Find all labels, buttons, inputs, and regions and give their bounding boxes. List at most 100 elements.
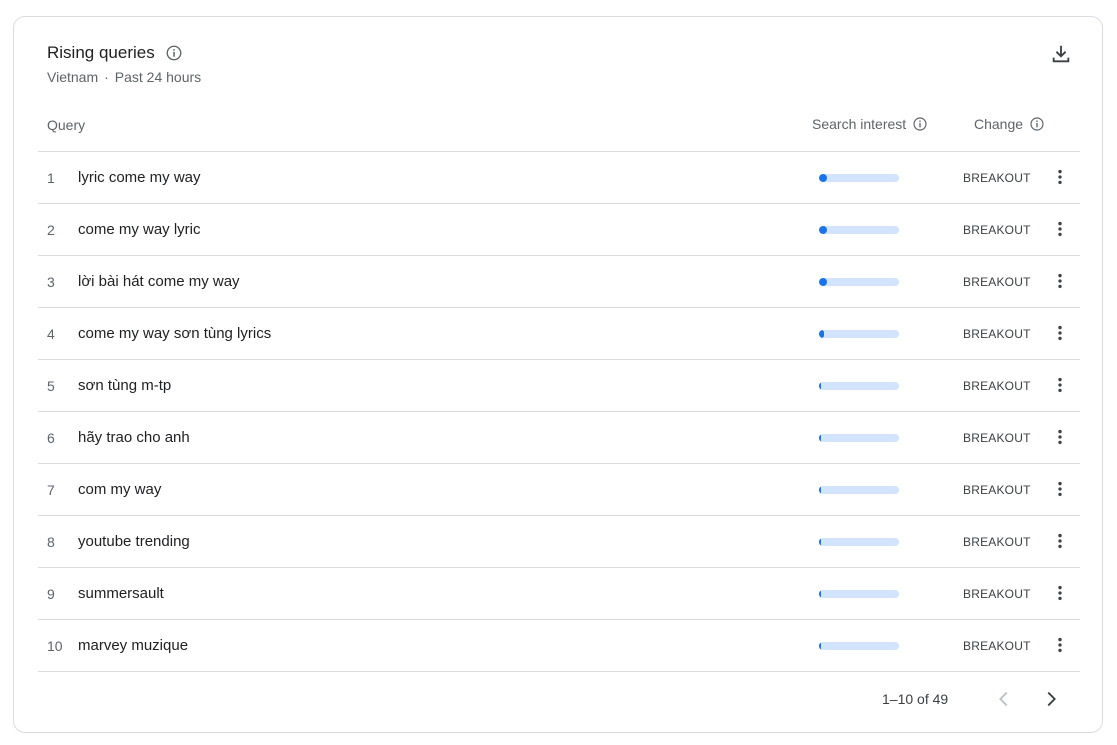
table-row[interactable]: 9 summersault BREAKOUT [38, 568, 1080, 620]
table-row[interactable]: 4 come my way sơn tùng lyrics BREAKOUT [38, 308, 1080, 360]
search-interest-bar [819, 486, 899, 494]
row-rank: 4 [47, 326, 55, 342]
row-change: BREAKOUT [963, 379, 1031, 393]
row-query[interactable]: marvey muzique [78, 637, 188, 654]
column-header-change: Change [974, 116, 1045, 132]
search-interest-bar [819, 590, 899, 598]
info-icon[interactable] [1029, 116, 1045, 132]
table-row[interactable]: 5 sơn tùng m-tp BREAKOUT [38, 360, 1080, 412]
row-query[interactable]: youtube trending [78, 533, 190, 550]
table-row[interactable]: 7 com my way BREAKOUT [38, 464, 1080, 516]
row-rank: 2 [47, 222, 55, 238]
column-header-query: Query [47, 117, 86, 133]
more-vert-icon [1058, 481, 1062, 497]
row-rank: 1 [47, 170, 55, 186]
search-interest-label: Search interest [812, 116, 907, 132]
card-subtitle: Vietnam · Past 24 hours [47, 69, 201, 85]
row-change: BREAKOUT [963, 431, 1031, 445]
more-options-button[interactable] [1048, 581, 1072, 605]
pagination: 1–10 of 49 [38, 677, 1080, 721]
search-interest-bar-fill [819, 590, 821, 598]
row-change: BREAKOUT [963, 483, 1031, 497]
more-options-button[interactable] [1048, 425, 1072, 449]
row-query[interactable]: com my way [78, 481, 161, 498]
table-row[interactable]: 8 youtube trending BREAKOUT [38, 516, 1080, 568]
more-vert-icon [1058, 533, 1062, 549]
more-vert-icon [1058, 429, 1062, 445]
table-row[interactable]: 1 lyric come my way BREAKOUT [38, 152, 1080, 204]
download-button[interactable] [1048, 41, 1074, 67]
query-list: 1 lyric come my way BREAKOUT 2 come my way l… [38, 152, 1080, 672]
pagination-label: 1–10 of 49 [882, 691, 949, 707]
more-options-button[interactable] [1048, 269, 1072, 293]
change-label: Change [974, 116, 1024, 132]
row-change: BREAKOUT [963, 223, 1031, 237]
table-header: Query Search interest Change [38, 111, 1080, 152]
more-options-button[interactable] [1048, 321, 1072, 345]
timeframe-label: Past 24 hours [114, 69, 202, 85]
search-interest-bar [819, 330, 899, 338]
search-interest-bar [819, 382, 899, 390]
table-row[interactable]: 10 marvey muzique BREAKOUT [38, 620, 1080, 672]
row-change: BREAKOUT [963, 171, 1031, 185]
row-query[interactable]: sơn tùng m-tp [78, 377, 171, 394]
row-rank: 5 [47, 378, 55, 394]
search-interest-bar [819, 174, 899, 182]
download-icon [1052, 45, 1070, 63]
more-vert-icon [1058, 585, 1062, 601]
info-icon[interactable] [912, 116, 928, 132]
search-interest-bar-fill [819, 642, 821, 650]
more-options-button[interactable] [1048, 217, 1072, 241]
info-icon[interactable] [165, 44, 183, 62]
search-interest-bar [819, 278, 899, 286]
card-header: Rising queries [47, 43, 183, 63]
rising-queries-card: Rising queries Vietnam · Past 24 hours Que… [13, 16, 1103, 733]
table-row[interactable]: 6 hãy trao cho anh BREAKOUT [38, 412, 1080, 464]
more-options-button[interactable] [1048, 373, 1072, 397]
more-options-button[interactable] [1048, 529, 1072, 553]
card-title: Rising queries [47, 43, 155, 62]
search-interest-bar [819, 226, 899, 234]
chevron-left-icon [999, 691, 1008, 707]
more-vert-icon [1058, 325, 1062, 341]
row-rank: 8 [47, 534, 55, 550]
row-rank: 10 [47, 638, 63, 654]
search-interest-bar-fill [819, 278, 827, 286]
more-options-button[interactable] [1048, 165, 1072, 189]
row-change: BREAKOUT [963, 275, 1031, 289]
more-vert-icon [1058, 169, 1062, 185]
previous-page-button[interactable] [990, 685, 1018, 713]
more-options-button[interactable] [1048, 477, 1072, 501]
separator: · [104, 69, 109, 85]
search-interest-bar-fill [819, 330, 824, 338]
more-vert-icon [1058, 377, 1062, 393]
row-query[interactable]: summersault [78, 585, 164, 602]
search-interest-bar [819, 538, 899, 546]
more-vert-icon [1058, 221, 1062, 237]
more-vert-icon [1058, 273, 1062, 289]
row-rank: 6 [47, 430, 55, 446]
next-page-button[interactable] [1037, 685, 1065, 713]
search-interest-bar-fill [819, 538, 821, 546]
row-change: BREAKOUT [963, 639, 1031, 653]
search-interest-bar-fill [819, 434, 821, 442]
row-query[interactable]: lyric come my way [78, 169, 201, 186]
table-row[interactable]: 3 lời bài hát come my way BREAKOUT [38, 256, 1080, 308]
row-rank: 7 [47, 482, 55, 498]
search-interest-bar-fill [819, 174, 827, 182]
row-query[interactable]: lời bài hát come my way [78, 273, 240, 290]
search-interest-bar-fill [819, 486, 821, 494]
row-rank: 3 [47, 274, 55, 290]
row-change: BREAKOUT [963, 587, 1031, 601]
search-interest-bar [819, 434, 899, 442]
location-label: Vietnam [47, 69, 99, 85]
table-row[interactable]: 2 come my way lyric BREAKOUT [38, 204, 1080, 256]
more-options-button[interactable] [1048, 633, 1072, 657]
row-change: BREAKOUT [963, 535, 1031, 549]
column-header-search-interest: Search interest [812, 116, 928, 132]
row-query[interactable]: come my way sơn tùng lyrics [78, 325, 271, 342]
row-query[interactable]: come my way lyric [78, 221, 201, 238]
search-interest-bar-fill [819, 382, 822, 390]
row-query[interactable]: hãy trao cho anh [78, 429, 190, 446]
search-interest-bar [819, 642, 899, 650]
